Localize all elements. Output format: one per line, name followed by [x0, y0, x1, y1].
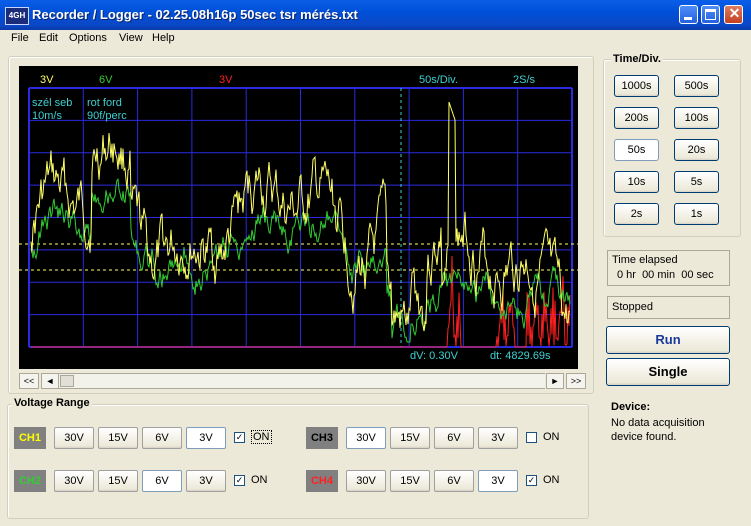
- ch3-range-button-6v[interactable]: 6V: [434, 427, 474, 449]
- close-icon: ✕: [728, 5, 741, 21]
- device-message: No data acquisition device found.: [611, 417, 705, 443]
- ch2-range-button-6v[interactable]: 6V: [142, 470, 182, 492]
- ch4-range-button-15v[interactable]: 15V: [390, 470, 430, 492]
- time-elapsed-label: Time elapsed: [612, 254, 678, 266]
- dv-readout: dV: 0.30V: [410, 350, 459, 362]
- ch3-range-button-3v[interactable]: 3V: [478, 427, 518, 449]
- window-title: Recorder / Logger - 02.25.08h16p 50sec t…: [32, 7, 358, 22]
- timediv-button-5s[interactable]: 5s: [674, 171, 719, 193]
- time-elapsed-value: 0 hr 00 min 00 sec: [617, 269, 714, 281]
- ch2-on-checkbox[interactable]: ✓: [234, 475, 245, 486]
- ch2-range-button-3v[interactable]: 3V: [186, 470, 226, 492]
- scroll-thumb[interactable]: [60, 375, 74, 387]
- scope-svg: 3V 6V 3V 50s/Div. 2S/s szél seb 10m/s ro…: [19, 74, 578, 362]
- channel-label-ch2: CH2: [14, 470, 46, 492]
- ch4-on-checkbox[interactable]: ✓: [526, 475, 537, 486]
- scroll-left-fast-button[interactable]: <<: [19, 373, 39, 389]
- ch1-range-button-6v[interactable]: 6V: [142, 427, 182, 449]
- ch3-on-label[interactable]: ON: [543, 431, 560, 443]
- scroll-right-fast-button[interactable]: >>: [566, 373, 586, 389]
- ch3-range-button-30v[interactable]: 30V: [346, 427, 386, 449]
- timediv-button-100s[interactable]: 100s: [674, 107, 719, 129]
- ch1-range-button-3v[interactable]: 3V: [186, 427, 226, 449]
- timediv-button-20s[interactable]: 20s: [674, 139, 719, 161]
- scroll-right-button[interactable]: ►: [546, 373, 564, 389]
- menu-file[interactable]: File: [11, 32, 29, 44]
- menu-help[interactable]: Help: [152, 32, 175, 44]
- ch4-range-button-6v[interactable]: 6V: [434, 470, 474, 492]
- dt-readout: dt: 4829.69s: [490, 350, 551, 362]
- timediv-button-50s[interactable]: 50s: [614, 139, 659, 161]
- ch1-name-label: szél seb: [32, 97, 72, 109]
- ch1-range-label: 3V: [40, 74, 54, 86]
- time-div-label: 50s/Div.: [419, 74, 458, 86]
- minimize-icon: [684, 17, 692, 20]
- time-scrollbar: << ◄ ► >>: [19, 373, 586, 389]
- ch2-range-label: 6V: [99, 74, 113, 86]
- app-icon: 4GH: [5, 7, 29, 25]
- channel-label-ch3: CH3: [306, 427, 338, 449]
- ch2-on-label[interactable]: ON: [251, 474, 268, 486]
- timediv-button-1000s[interactable]: 1000s: [614, 75, 659, 97]
- ch1-range-button-30v[interactable]: 30V: [54, 427, 94, 449]
- ch2-range-button-30v[interactable]: 30V: [54, 470, 94, 492]
- timediv-button-1s[interactable]: 1s: [674, 203, 719, 225]
- timediv-label: Time/Div.: [611, 53, 663, 65]
- maximize-icon: [705, 9, 716, 20]
- ch4-range-button-3v[interactable]: 3V: [478, 470, 518, 492]
- ch3-on-checkbox[interactable]: [526, 432, 537, 443]
- ch2-range-button-15v[interactable]: 15V: [98, 470, 138, 492]
- status-box: Stopped: [607, 296, 730, 319]
- channel-label-ch4: CH4: [306, 470, 338, 492]
- ch2-name-label: rot ford: [87, 97, 122, 109]
- ch2-unit-label: 90f/perc: [87, 110, 127, 122]
- scope-display[interactable]: 3V 6V 3V 50s/Div. 2S/s szél seb 10m/s ro…: [19, 66, 578, 369]
- timediv-button-200s[interactable]: 200s: [614, 107, 659, 129]
- sample-rate-label: 2S/s: [513, 74, 536, 86]
- menu-view[interactable]: View: [119, 32, 143, 44]
- maximize-button[interactable]: [701, 5, 720, 24]
- ch1-on-checkbox[interactable]: ✓: [234, 432, 245, 443]
- scroll-track[interactable]: [59, 373, 545, 389]
- ch4-range-button-30v[interactable]: 30V: [346, 470, 386, 492]
- menu-options[interactable]: Options: [69, 32, 107, 44]
- channel-label-ch1: CH1: [14, 427, 46, 449]
- scroll-left-button[interactable]: ◄: [41, 373, 59, 389]
- ch4-on-label[interactable]: ON: [543, 474, 560, 486]
- close-button[interactable]: ✕: [724, 5, 743, 24]
- ch1-unit-label: 10m/s: [32, 110, 62, 122]
- single-button[interactable]: Single: [606, 358, 730, 386]
- status-text: Stopped: [612, 301, 653, 313]
- ch1-range-button-15v[interactable]: 15V: [98, 427, 138, 449]
- timediv-button-500s[interactable]: 500s: [674, 75, 719, 97]
- timediv-button-10s[interactable]: 10s: [614, 171, 659, 193]
- minimize-button[interactable]: [679, 5, 698, 24]
- voltage-range-group: [7, 404, 589, 519]
- ch1-on-label[interactable]: ON: [251, 430, 272, 444]
- run-button[interactable]: Run: [606, 326, 730, 354]
- menu-edit[interactable]: Edit: [39, 32, 58, 44]
- ch4-range-label: 3V: [219, 74, 233, 86]
- menu-bar: File Edit Options View Help: [0, 30, 751, 48]
- voltage-range-label: Voltage Range: [12, 397, 92, 409]
- device-label: Device:: [611, 401, 651, 413]
- scope-grid: [28, 87, 573, 348]
- title-bar: 4GH Recorder / Logger - 02.25.08h16p 50s…: [0, 0, 751, 30]
- timediv-button-2s[interactable]: 2s: [614, 203, 659, 225]
- time-elapsed-box: Time elapsed 0 hr 00 min 00 sec: [607, 250, 730, 286]
- ch3-range-button-15v[interactable]: 15V: [390, 427, 430, 449]
